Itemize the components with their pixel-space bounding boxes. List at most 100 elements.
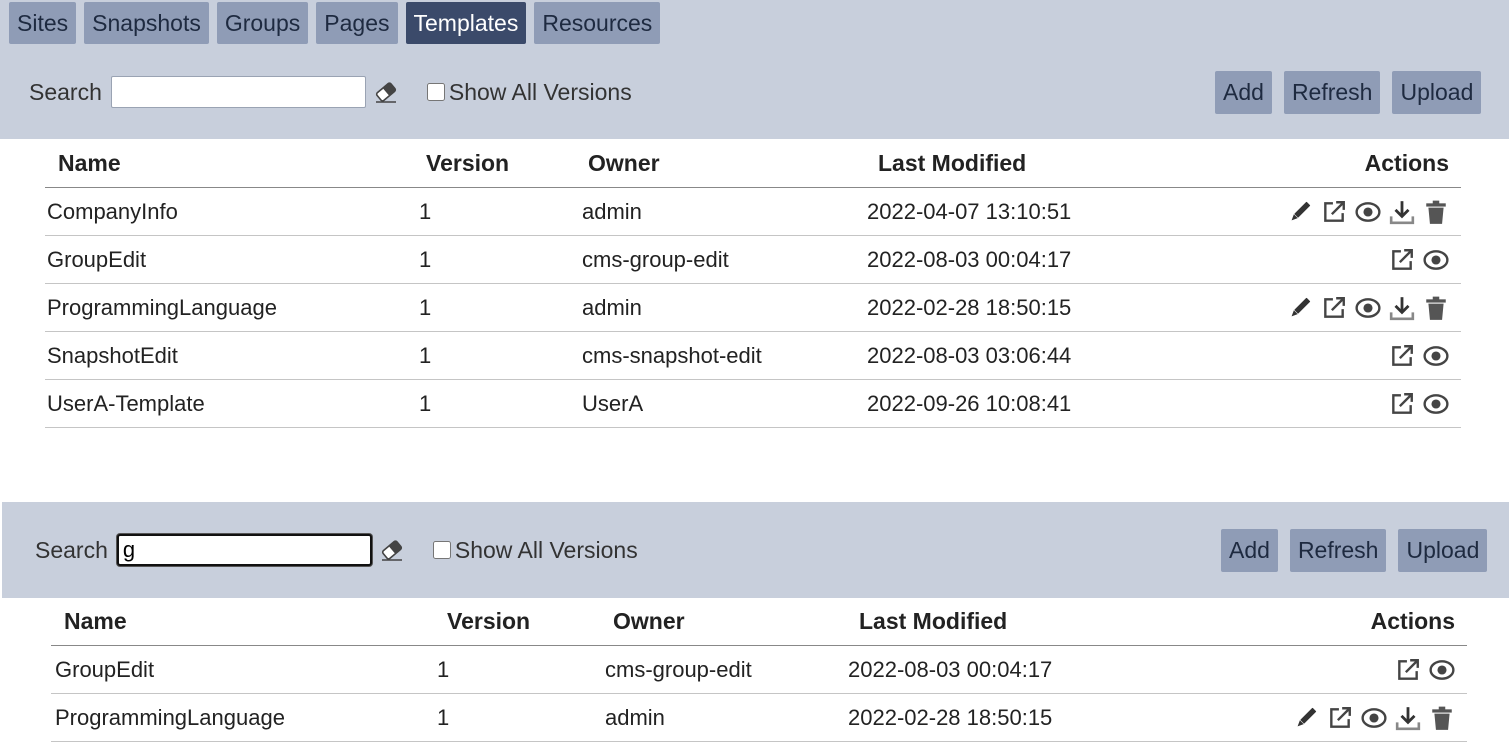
cell-version: 1 (414, 187, 577, 236)
eye-icon[interactable] (1423, 391, 1449, 417)
panel-header: Search Show All Versions Add Refresh Upl… (2, 502, 1509, 598)
search-input[interactable] (116, 534, 372, 566)
cell-actions (1167, 235, 1461, 284)
cell-actions (1167, 283, 1461, 332)
cell-owner: cms-group-edit (602, 645, 848, 694)
tab-groups[interactable]: Groups (216, 2, 309, 44)
column-header-last-modified[interactable]: Last Modified (848, 598, 1153, 646)
cell-last-modified: 2022-08-03 00:04:17 (848, 645, 1153, 694)
tab-sites[interactable]: Sites (9, 2, 77, 44)
cell-version: 1 (414, 235, 577, 284)
column-header-actions: Actions (1153, 598, 1467, 646)
pencil-icon[interactable] (1287, 295, 1313, 321)
table-row[interactable]: GroupEdit 1 cms-group-edit 2022-08-03 00:04… (45, 235, 1461, 284)
show-all-versions-checkbox[interactable] (426, 83, 445, 101)
table-row[interactable]: UserA-Template 1 UserA 2022-09-26 10:08:41 (45, 379, 1461, 428)
pencil-icon[interactable] (1293, 705, 1319, 731)
search-row: Search Show All Versions (29, 76, 632, 108)
download-icon[interactable] (1389, 199, 1415, 225)
cell-name: GroupEdit (51, 645, 435, 694)
tab-bar: Sites Snapshots Groups Pages Templates R… (9, 2, 661, 44)
cell-owner: admin (577, 283, 867, 332)
external-link-icon[interactable] (1395, 657, 1421, 683)
trash-icon[interactable] (1429, 705, 1455, 731)
cell-owner: admin (602, 693, 848, 742)
add-button[interactable]: Add (1221, 529, 1278, 572)
toolbar-buttons: Add Refresh Upload (1221, 529, 1488, 572)
eye-icon[interactable] (1429, 657, 1455, 683)
cell-version: 1 (414, 331, 577, 380)
eye-icon[interactable] (1423, 247, 1449, 273)
cell-actions (1167, 331, 1461, 380)
cell-owner: UserA (577, 379, 867, 428)
download-icon[interactable] (1395, 705, 1421, 731)
column-header-owner[interactable]: Owner (602, 598, 848, 646)
eraser-icon[interactable] (379, 538, 405, 562)
panel-header: Sites Snapshots Groups Pages Templates R… (0, 0, 1509, 139)
cell-actions (1153, 645, 1467, 694)
upload-button[interactable]: Upload (1398, 529, 1488, 572)
eye-icon[interactable] (1361, 705, 1387, 731)
external-link-icon[interactable] (1321, 295, 1347, 321)
trash-icon[interactable] (1423, 295, 1449, 321)
search-label: Search (29, 78, 102, 105)
table-row[interactable]: CompanyInfo 1 admin 2022-04-07 13:10:51 (45, 187, 1461, 236)
tab-templates[interactable]: Templates (405, 2, 527, 44)
table-row[interactable]: GroupEdit 1 cms-group-edit 2022-08-03 00:04… (51, 645, 1467, 694)
cell-last-modified: 2022-08-03 03:06:44 (867, 331, 1167, 380)
column-header-last-modified[interactable]: Last Modified (867, 140, 1167, 188)
table-header-row: Name Version Owner Last Modified Actions (45, 140, 1461, 188)
cell-owner: admin (577, 187, 867, 236)
table-row[interactable]: SnapshotEdit 1 cms-snapshot-edit 2022-08-03… (45, 331, 1461, 380)
external-link-icon[interactable] (1389, 247, 1415, 273)
cell-actions (1167, 187, 1461, 236)
templates-table: Name Version Owner Last Modified Actions… (51, 598, 1467, 742)
tab-resources[interactable]: Resources (534, 2, 661, 44)
trash-icon[interactable] (1423, 199, 1449, 225)
search-label: Search (35, 536, 108, 563)
cell-last-modified: 2022-04-07 13:10:51 (867, 187, 1167, 236)
pencil-icon[interactable] (1287, 199, 1313, 225)
templates-table: Name Version Owner Last Modified Actions… (45, 140, 1461, 428)
refresh-button[interactable]: Refresh (1289, 529, 1387, 572)
cell-actions (1167, 379, 1461, 428)
cell-version: 1 (414, 283, 577, 332)
eye-icon[interactable] (1423, 343, 1449, 369)
tab-snapshots[interactable]: Snapshots (84, 2, 209, 44)
eye-icon[interactable] (1355, 295, 1381, 321)
external-link-icon[interactable] (1389, 391, 1415, 417)
column-header-name[interactable]: Name (45, 140, 414, 188)
show-all-versions-checkbox[interactable] (432, 541, 451, 559)
external-link-icon[interactable] (1389, 343, 1415, 369)
table-header-row: Name Version Owner Last Modified Actions (51, 598, 1467, 646)
cell-name: SnapshotEdit (45, 331, 414, 380)
external-link-icon[interactable] (1327, 705, 1353, 731)
cell-owner: cms-snapshot-edit (577, 331, 867, 380)
eye-icon[interactable] (1355, 199, 1381, 225)
templates-panel-top: Sites Snapshots Groups Pages Templates R… (0, 0, 1509, 432)
table-row[interactable]: ProgrammingLanguage 1 admin 2022-02-28 18:5… (45, 283, 1461, 332)
search-input[interactable] (110, 76, 366, 108)
column-header-owner[interactable]: Owner (577, 140, 867, 188)
tab-pages[interactable]: Pages (316, 2, 398, 44)
cell-last-modified: 2022-02-28 18:50:15 (867, 283, 1167, 332)
refresh-button[interactable]: Refresh (1283, 71, 1381, 114)
table-row[interactable]: ProgrammingLanguage 1 admin 2022-02-28 18:5… (51, 693, 1467, 742)
show-all-versions-label: Show All Versions (448, 78, 632, 105)
upload-button[interactable]: Upload (1392, 71, 1482, 114)
cell-version: 1 (435, 645, 602, 694)
external-link-icon[interactable] (1321, 199, 1347, 225)
download-icon[interactable] (1389, 295, 1415, 321)
column-header-version[interactable]: Version (414, 140, 577, 188)
search-row: Search Show All Versions (35, 534, 638, 566)
column-header-name[interactable]: Name (51, 598, 435, 646)
cell-version: 1 (435, 693, 602, 742)
column-header-version[interactable]: Version (435, 598, 602, 646)
cell-actions (1153, 693, 1467, 742)
column-header-actions: Actions (1167, 140, 1461, 188)
cell-last-modified: 2022-02-28 18:50:15 (848, 693, 1153, 742)
eraser-icon[interactable] (373, 80, 399, 104)
add-button[interactable]: Add (1215, 71, 1272, 114)
cell-last-modified: 2022-08-03 00:04:17 (867, 235, 1167, 284)
cell-name: CompanyInfo (45, 187, 414, 236)
